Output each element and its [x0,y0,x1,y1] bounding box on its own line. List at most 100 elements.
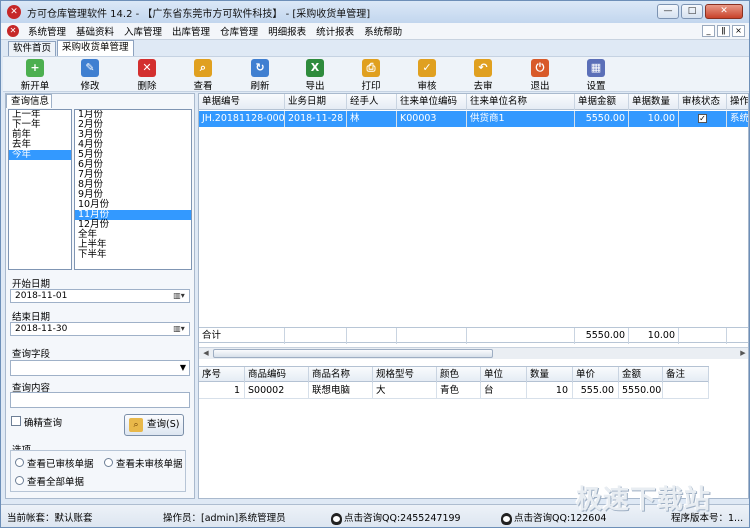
menu-system[interactable]: 系统管理 [23,24,71,38]
edit-button[interactable]: ✎ 修改 [68,59,112,92]
mdi-restore-button[interactable]: ǁ [717,25,730,37]
column-header[interactable]: 序号 [199,367,245,383]
option-approved-radio[interactable] [15,458,24,467]
month-list[interactable]: 1月份 2月份 3月份 4月份 5月份 6月份 7月份 8月份 9月份 10月份… [74,109,192,270]
column-header[interactable]: 经手人 [347,94,397,110]
cell-quantity: 10.00 [629,111,679,127]
minimize-button[interactable]: — [657,4,679,19]
menu-stat-report[interactable]: 统计报表 [311,24,359,38]
column-header[interactable]: 操作 [727,94,748,110]
year-item-selected[interactable]: 今年 [9,150,71,160]
table-row[interactable]: 1 S00002 联想电脑 大 青色 台 10 555.00 5550.00 [199,383,709,399]
year-list[interactable]: 上一年 下一年 前年 去年 今年 [8,109,72,270]
settings-button[interactable]: ▦ 设置 [574,59,618,92]
option-unapproved-radio[interactable] [104,458,113,467]
option-all-radio[interactable] [15,476,24,485]
menu-inbound[interactable]: 入库管理 [119,24,167,38]
edit-icon: ✎ [81,59,99,77]
column-header[interactable]: 单据金额 [575,94,629,110]
column-header[interactable]: 金额 [619,367,663,383]
export-button[interactable]: X 导出 [293,59,337,92]
mdi-close-button[interactable]: × [732,25,745,37]
column-header[interactable]: 单位 [481,367,527,383]
unapprove-icon: ↶ [474,59,492,77]
summary-amount: 5550.00 [575,328,629,344]
print-icon: ⎙ [362,59,380,77]
start-date-label: 开始日期 [12,279,51,290]
delete-icon: ✕ [138,59,156,77]
summary-label: 合计 [199,328,285,344]
toolbar: + 新开单 ✎ 修改 ✕ 删除 ⌕ 查看 ↻ 刷新 X 导出 ⎙ 打印 ✓ 审核 [3,56,749,92]
horizontal-scrollbar[interactable]: ◀ ▶ [199,347,748,359]
view-button[interactable]: ⌕ 查看 [181,59,225,92]
title-bar: ✕ 方可仓库管理软件 14.2 - 【广东省东莞市方可软件科技】 - [采购收货… [1,1,749,23]
cell-approval-status: ✓ [679,111,727,127]
close-button[interactable]: ✕ [705,4,743,19]
document-tabs: 软件首页 采购收货单管理 [1,40,749,56]
column-header[interactable]: 备注 [663,367,709,383]
maximize-button[interactable]: □ [681,4,703,19]
cell-price: 555.00 [573,383,619,399]
exit-button[interactable]: ⏻ 退出 [518,59,562,92]
tab-purchase-receipt[interactable]: 采购收货单管理 [57,40,134,56]
summary-empty [347,328,397,344]
new-order-button[interactable]: + 新开单 [13,59,57,92]
exact-query-checkbox[interactable] [11,416,21,426]
approve-icon: ✓ [418,59,436,77]
scroll-thumb[interactable] [213,349,493,358]
cell-color: 青色 [437,383,481,399]
menu-help[interactable]: 系统帮助 [359,24,407,38]
cell-spec: 大 [373,383,437,399]
summary-empty [467,328,575,344]
summary-row: 合计 5550.00 10.00 [199,327,748,344]
unapprove-button[interactable]: ↶ 去审 [461,59,505,92]
menu-basic-data[interactable]: 基础资料 [71,24,119,38]
scroll-right-icon[interactable]: ▶ [737,348,748,359]
cell-partner-code: K00003 [397,111,467,127]
main-grid-header: 单据编号 业务日期 经手人 往来单位编码 往来单位名称 单据金额 单据数量 审核… [199,94,748,110]
qq-consult-link-1[interactable]: 点击咨询QQ:2455247199 [331,510,461,525]
delete-button[interactable]: ✕ 删除 [125,59,169,92]
new-document-icon: + [26,59,44,77]
column-header[interactable]: 颜色 [437,367,481,383]
column-header[interactable]: 商品编码 [245,367,309,383]
column-header[interactable]: 往来单位名称 [467,94,575,110]
calendar-dropdown-icon[interactable]: ▥▾ [171,291,187,301]
mdi-minimize-button[interactable]: _ [702,25,715,37]
summary-empty [679,328,727,344]
approve-button[interactable]: ✓ 审核 [405,59,449,92]
month-item[interactable]: 下半年 [75,250,191,260]
calendar-dropdown-icon[interactable]: ▥▾ [171,324,187,334]
end-date-field[interactable]: 2018-11-30 ▥▾ [10,322,190,336]
approved-checkbox[interactable]: ✓ [698,114,707,123]
option-unapproved-label: 查看未审核单据 [116,459,183,470]
column-header[interactable]: 单据数量 [629,94,679,110]
summary-empty [397,328,467,344]
menu-detail-report[interactable]: 明细报表 [263,24,311,38]
scroll-left-icon[interactable]: ◀ [200,348,212,359]
table-row[interactable]: JH.20181128-00001 2018-11-28 林 K00003 供货… [199,111,748,127]
start-date-field[interactable]: 2018-11-01 ▥▾ [10,289,190,303]
column-header[interactable]: 数量 [527,367,573,383]
column-header[interactable]: 往来单位编码 [397,94,467,110]
refresh-button[interactable]: ↻ 刷新 [238,59,282,92]
query-field-select[interactable]: ▼ [10,360,190,376]
query-button[interactable]: ⌕ 查询(S) [124,414,184,436]
operator-status: 操作员：[admin]系统管理员 [163,513,286,524]
menu-outbound[interactable]: 出库管理 [167,24,215,38]
options-group: 查看已审核单据 查看未审核单据 查看全部单据 [10,450,186,492]
cell-date: 2018-11-28 [285,111,347,127]
refresh-icon: ↻ [251,59,269,77]
column-header[interactable]: 商品名称 [309,367,373,383]
query-content-input[interactable] [10,392,190,408]
column-header[interactable]: 单据编号 [199,94,285,110]
qq-penguin-icon [331,512,342,525]
column-header[interactable]: 业务日期 [285,94,347,110]
system-logo-icon[interactable]: ✕ [7,25,19,37]
tab-home[interactable]: 软件首页 [8,41,57,56]
print-button[interactable]: ⎙ 打印 [349,59,393,92]
column-header[interactable]: 单价 [573,367,619,383]
menu-warehouse[interactable]: 仓库管理 [215,24,263,38]
column-header[interactable]: 审核状态 [679,94,727,110]
column-header[interactable]: 规格型号 [373,367,437,383]
